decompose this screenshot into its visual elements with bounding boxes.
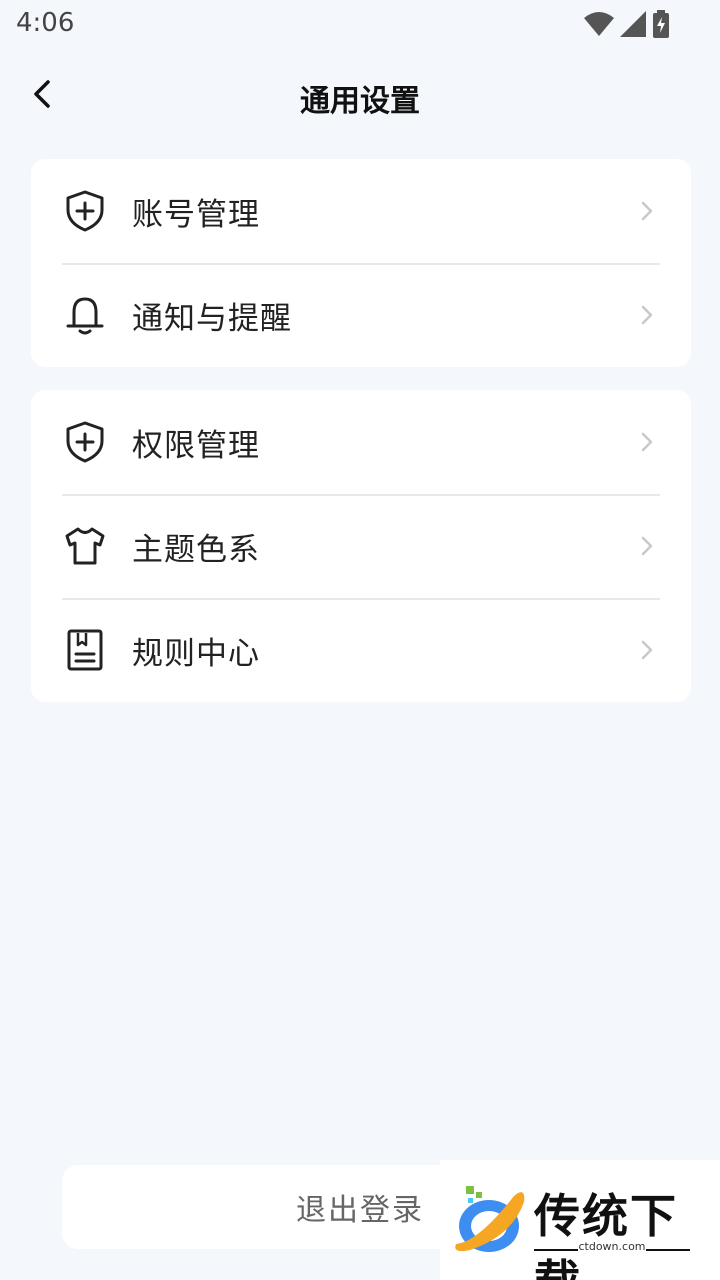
settings-item-label: 权限管理	[132, 427, 260, 464]
shield-plus-icon	[66, 190, 104, 232]
battery-icon	[653, 10, 669, 38]
bell-icon	[66, 297, 104, 335]
signal-icon	[620, 11, 646, 37]
chevron-right-icon	[641, 201, 653, 221]
shield-plus-icon	[66, 421, 104, 463]
status-bar: 4:06	[0, 0, 720, 50]
status-time: 4:06	[16, 8, 75, 38]
settings-item-permissions[interactable]: 权限管理	[31, 390, 691, 494]
chevron-right-icon	[641, 305, 653, 325]
watermark: 传统下载 ctdown.com	[440, 1160, 720, 1280]
rulebook-icon	[67, 629, 103, 671]
settings-item-account[interactable]: 账号管理	[31, 159, 691, 263]
settings-item-notifications[interactable]: 通知与提醒	[31, 263, 691, 367]
settings-item-label: 账号管理	[132, 196, 260, 233]
settings-item-label: 主题色系	[132, 531, 260, 568]
page-title: 通用设置	[300, 84, 420, 119]
chevron-right-icon	[641, 640, 653, 660]
chevron-right-icon	[641, 536, 653, 556]
chevron-right-icon	[641, 432, 653, 452]
settings-group-1: 账号管理 通知与提醒	[31, 159, 691, 367]
status-icons	[584, 10, 670, 38]
settings-item-theme[interactable]: 主题色系	[31, 494, 691, 598]
settings-item-label: 通知与提醒	[132, 300, 292, 337]
settings-group-2: 权限管理 主题色系 规则中心	[31, 390, 691, 702]
watermark-domain: ctdown.com	[578, 1240, 646, 1253]
watermark-divider-right	[646, 1249, 690, 1251]
wifi-icon	[584, 12, 614, 36]
watermark-logo-icon	[455, 1186, 525, 1252]
settings-item-rules[interactable]: 规则中心	[31, 598, 691, 702]
tshirt-icon	[65, 527, 105, 565]
settings-item-label: 规则中心	[132, 635, 260, 672]
header: 通用设置	[0, 64, 720, 124]
watermark-text: 传统下载	[534, 1189, 678, 1280]
logout-label: 退出登录	[296, 1193, 424, 1228]
